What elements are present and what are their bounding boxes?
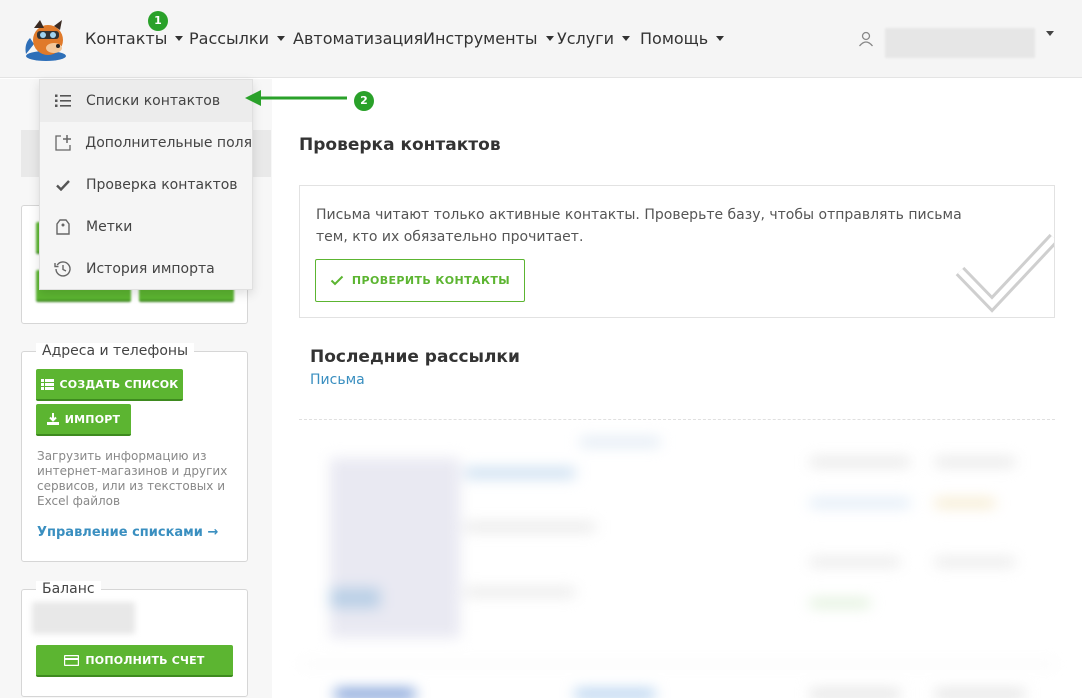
annotation-arrow-icon — [245, 90, 347, 106]
divider — [299, 419, 1055, 420]
checkmark-watermark-icon — [955, 233, 1054, 313]
download-icon — [46, 413, 59, 425]
balance-legend: Баланс — [36, 581, 101, 597]
nav-contacts[interactable]: Контакты — [85, 29, 184, 48]
menu-item-extra-fields[interactable]: Дополнительные поля — [40, 122, 252, 164]
tag-icon — [40, 219, 86, 235]
nav-tools[interactable]: Инструменты — [423, 29, 554, 48]
recent-mailings-preview — [300, 428, 1056, 698]
checkmark-icon — [40, 179, 86, 191]
menu-item-tags[interactable]: Метки — [40, 206, 252, 248]
topup-button[interactable]: ПОПОЛНИТЬ СЧЕТ — [36, 645, 233, 677]
step-badge-1: 1 — [148, 11, 168, 31]
menu-item-import-history[interactable]: История импорта — [40, 248, 252, 290]
nav-mailings[interactable]: Рассылки — [189, 29, 285, 48]
chevron-down-icon — [175, 36, 184, 41]
chevron-down-icon — [276, 36, 285, 41]
addresses-panel: Адреса и телефоны СОЗДАТЬ СПИСОК ИМПОРТ … — [21, 343, 248, 562]
contacts-dropdown-menu: Списки контактов Дополнительные поля Про… — [39, 79, 253, 290]
chevron-down-icon — [716, 36, 725, 41]
balance-value — [32, 602, 135, 634]
page-title: Проверка контактов — [299, 135, 501, 155]
checkmark-icon — [330, 275, 344, 286]
nav-services[interactable]: Услуги — [557, 29, 631, 48]
import-button[interactable]: ИМПОРТ — [36, 404, 131, 436]
logo-icon[interactable] — [20, 14, 72, 64]
history-icon — [40, 260, 86, 278]
recent-mailings-title: Последние рассылки — [310, 347, 520, 367]
menu-item-contact-lists[interactable]: Списки контактов — [40, 80, 252, 122]
check-contacts-button[interactable]: ПРОВЕРИТЬ КОНТАКТЫ — [315, 259, 525, 302]
add-field-icon — [40, 134, 85, 152]
balance-panel: Баланс ПОПОЛНИТЬ СЧЕТ — [21, 581, 248, 697]
user-icon[interactable] — [858, 31, 874, 47]
chevron-down-icon[interactable] — [1046, 31, 1054, 36]
import-hint: Загрузить информацию из интернет-магазин… — [37, 449, 228, 508]
create-list-button[interactable]: СОЗДАТЬ СПИСОК — [36, 369, 183, 401]
credit-card-icon — [64, 654, 80, 666]
menu-item-check-contacts[interactable]: Проверка контактов — [40, 164, 252, 206]
step-badge-2: 2 — [354, 91, 374, 111]
chevron-down-icon — [622, 36, 631, 41]
list-icon — [40, 94, 86, 108]
user-menu[interactable] — [885, 28, 1035, 58]
letters-link[interactable]: Письма — [310, 372, 365, 388]
top-navigation: Контакты Рассылки Автоматизация Инструме… — [0, 0, 1082, 78]
list-icon — [40, 378, 54, 390]
check-contacts-card: Письма читают только активные контакты. … — [299, 185, 1055, 318]
addresses-legend: Адреса и телефоны — [36, 343, 195, 359]
manage-lists-link[interactable]: Управление списками → — [37, 525, 218, 540]
nav-help[interactable]: Помощь — [640, 29, 725, 48]
check-description: Письма читают только активные контакты. … — [316, 207, 962, 245]
nav-automation[interactable]: Автоматизация — [293, 29, 423, 48]
chevron-down-icon — [545, 36, 554, 41]
